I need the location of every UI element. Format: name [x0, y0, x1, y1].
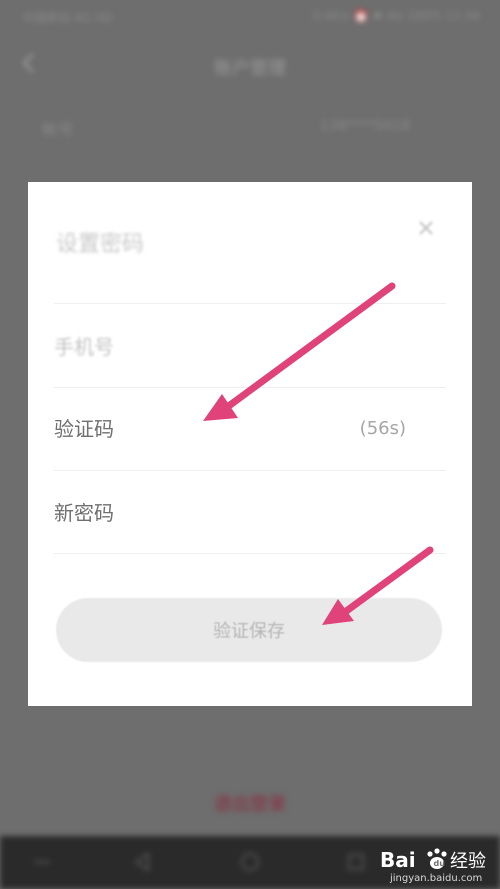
svg-text:du: du — [434, 859, 446, 868]
logout-button[interactable]: 退出登录 — [0, 790, 500, 816]
nav-header: 账户管理 — [0, 34, 500, 100]
divider — [54, 553, 446, 554]
menu-icon[interactable] — [30, 850, 54, 874]
watermark-url: jingyan.baidu.com — [390, 873, 483, 884]
back-triangle-icon[interactable] — [130, 850, 154, 874]
close-button[interactable] — [410, 212, 442, 244]
baidu-paw-logo: Bai du 经验 — [380, 848, 486, 872]
recents-square-icon[interactable] — [344, 850, 368, 874]
page-title: 账户管理 — [214, 58, 286, 79]
resend-countdown: (56s) — [359, 418, 406, 439]
close-icon — [419, 221, 433, 235]
account-row[interactable]: 帐号 138****5618 — [0, 100, 500, 156]
verify-save-button[interactable]: 验证保存 — [56, 598, 442, 662]
dialog-title: 设置密码 — [56, 232, 145, 257]
phone-field[interactable] — [54, 316, 446, 378]
set-password-dialog: 设置密码 (56s) 验证保存 — [28, 182, 472, 706]
paw-icon: du — [427, 848, 447, 869]
status-icons: 0.4K/s ⏰ ✱ 4G 100% 11:34 — [312, 9, 480, 23]
account-label: 帐号 — [42, 120, 75, 139]
account-value: 138****5618 — [319, 118, 410, 134]
watermark-brand: Bai — [380, 848, 416, 872]
verification-code-field[interactable] — [54, 398, 354, 460]
status-bar: 中国移动 4G HD 0.4K/s ⏰ ✱ 4G 100% 11:34 — [0, 0, 500, 34]
watermark-suffix: 经验 — [450, 851, 486, 872]
divider — [54, 303, 446, 304]
new-password-field[interactable] — [54, 482, 446, 544]
divider — [54, 387, 446, 388]
divider — [54, 470, 446, 471]
baidu-watermark: Bai du 经验 jingyan.baidu.com — [380, 842, 498, 886]
carrier-text: 中国移动 4G HD — [22, 11, 113, 25]
home-circle-icon[interactable] — [238, 850, 262, 874]
